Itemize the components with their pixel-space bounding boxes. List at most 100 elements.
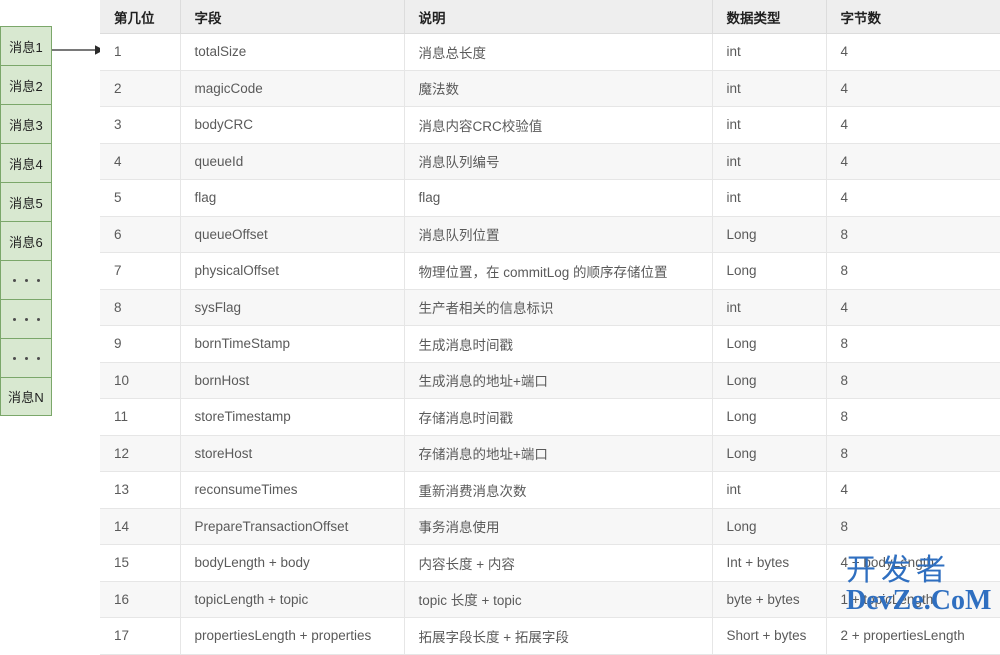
column-header-desc: 说明 bbox=[404, 0, 713, 34]
cell-bytes: 4 bbox=[826, 289, 1000, 326]
column-header-datatype: 数据类型 bbox=[712, 0, 827, 34]
queue-message-label: 消息6 bbox=[9, 234, 43, 250]
cell-bytes: 8 bbox=[826, 325, 1000, 363]
cell-field: storeTimestamp bbox=[180, 398, 405, 436]
queue-message-label: 消息5 bbox=[9, 195, 43, 211]
queue-message-label: 消息1 bbox=[9, 39, 43, 55]
cell-index: 3 bbox=[100, 106, 181, 144]
cell-bytes: 4 bbox=[826, 179, 1000, 217]
table-header: 第几位 字段 说明 数据类型 字节数 bbox=[100, 0, 1000, 34]
cell-field: magicCode bbox=[180, 70, 405, 107]
queue-message-label: 消息3 bbox=[9, 117, 43, 133]
table-row: 14 PrepareTransactionOffset 事务消息使用 Long 8 bbox=[100, 508, 1000, 545]
table-row: 3 bodyCRC 消息内容CRC校验值 int 4 bbox=[100, 106, 1000, 144]
cell-field: physicalOffset bbox=[180, 252, 405, 290]
cell-index: 7 bbox=[100, 252, 181, 290]
cell-bytes: 8 bbox=[826, 252, 1000, 290]
ellipsis-icon bbox=[12, 278, 40, 282]
cell-description: 消息队列位置 bbox=[404, 216, 713, 253]
cell-description: 魔法数 bbox=[404, 70, 713, 107]
cell-datatype: Long bbox=[712, 435, 827, 472]
cell-datatype: Long bbox=[712, 252, 827, 290]
cell-description: topic 长度 + topic bbox=[404, 581, 713, 618]
cell-field: totalSize bbox=[180, 33, 405, 71]
table-row: 1 totalSize 消息总长度 int 4 bbox=[100, 33, 1000, 71]
cell-index: 4 bbox=[100, 143, 181, 180]
table-header-row: 第几位 字段 说明 数据类型 字节数 bbox=[100, 0, 1000, 34]
cell-field: queueOffset bbox=[180, 216, 405, 253]
queue-message-label: 消息4 bbox=[9, 156, 43, 172]
cell-description: 拓展字段长度 + 拓展字段 bbox=[404, 617, 713, 655]
table-row: 12 storeHost 存储消息的地址+端口 Long 8 bbox=[100, 435, 1000, 472]
cell-description: flag bbox=[404, 179, 713, 217]
cell-datatype: int bbox=[712, 179, 827, 217]
cell-bytes: 4 bbox=[826, 70, 1000, 107]
cell-datatype: Long bbox=[712, 398, 827, 436]
cell-description: 消息队列编号 bbox=[404, 143, 713, 180]
cell-datatype: Int + bytes bbox=[712, 544, 827, 582]
cell-field: bodyCRC bbox=[180, 106, 405, 144]
ellipsis-icon bbox=[12, 356, 40, 360]
queue-ellipsis-box bbox=[0, 338, 52, 377]
column-header-bytes: 字节数 bbox=[826, 0, 1000, 34]
cell-field: bornTimeStamp bbox=[180, 325, 405, 363]
table-row: 4 queueId 消息队列编号 int 4 bbox=[100, 143, 1000, 180]
cell-description: 生成消息的地址+端口 bbox=[404, 362, 713, 399]
cell-bytes: 8 bbox=[826, 216, 1000, 253]
cell-datatype: int bbox=[712, 33, 827, 71]
cell-index: 12 bbox=[100, 435, 181, 472]
cell-field: flag bbox=[180, 179, 405, 217]
cell-index: 16 bbox=[100, 581, 181, 618]
cell-bytes: 2 + propertiesLength bbox=[826, 617, 1000, 655]
message-format-table: 第几位 字段 说明 数据类型 字节数 1 totalSize 消息总长度 int 4 2 m… bbox=[100, 0, 1000, 655]
cell-bytes: 8 bbox=[826, 398, 1000, 436]
message-queue-diagram: 消息1 消息2 消息3 消息4 消息5 消息6 消息N bbox=[0, 26, 52, 416]
cell-field: storeHost bbox=[180, 435, 405, 472]
cell-index: 13 bbox=[100, 471, 181, 509]
cell-bytes: 8 bbox=[826, 435, 1000, 472]
cell-bytes: 8 bbox=[826, 508, 1000, 545]
cell-datatype: int bbox=[712, 70, 827, 107]
cell-bytes: 4 bbox=[826, 106, 1000, 144]
cell-field: sysFlag bbox=[180, 289, 405, 326]
cell-description: 存储消息时间戳 bbox=[404, 398, 713, 436]
ellipsis-icon bbox=[12, 317, 40, 321]
cell-description: 重新消费消息次数 bbox=[404, 471, 713, 509]
column-header-index: 第几位 bbox=[100, 0, 181, 34]
table-row: 16 topicLength + topic topic 长度 + topic byt… bbox=[100, 581, 1000, 618]
cell-datatype: Long bbox=[712, 325, 827, 363]
cell-field: queueId bbox=[180, 143, 405, 180]
cell-datatype: int bbox=[712, 289, 827, 326]
cell-description: 生成消息时间戳 bbox=[404, 325, 713, 363]
cell-bytes: 4 bbox=[826, 471, 1000, 509]
cell-index: 1 bbox=[100, 33, 181, 71]
cell-datatype: Long bbox=[712, 508, 827, 545]
queue-message-box: 消息N bbox=[0, 377, 52, 416]
queue-message-box: 消息2 bbox=[0, 65, 52, 104]
cell-bytes: 4 bbox=[826, 143, 1000, 180]
queue-message-label: 消息2 bbox=[9, 78, 43, 94]
cell-index: 8 bbox=[100, 289, 181, 326]
cell-field: PrepareTransactionOffset bbox=[180, 508, 405, 545]
cell-field: reconsumeTimes bbox=[180, 471, 405, 509]
cell-datatype: Long bbox=[712, 216, 827, 253]
cell-index: 10 bbox=[100, 362, 181, 399]
cell-index: 2 bbox=[100, 70, 181, 107]
table-row: 17 propertiesLength + properties 拓展字段长度 + … bbox=[100, 617, 1000, 655]
cell-bytes: 4 bbox=[826, 33, 1000, 71]
queue-message-box: 消息6 bbox=[0, 221, 52, 260]
cell-index: 5 bbox=[100, 179, 181, 217]
column-header-field: 字段 bbox=[180, 0, 405, 34]
table-row: 15 bodyLength + body 内容长度 + 内容 Int + bytes 4… bbox=[100, 544, 1000, 582]
cell-datatype: Long bbox=[712, 362, 827, 399]
cell-index: 11 bbox=[100, 398, 181, 436]
cell-field: bornHost bbox=[180, 362, 405, 399]
cell-datatype: byte + bytes bbox=[712, 581, 827, 618]
cell-description: 物理位置，在 commitLog 的顺序存储位置 bbox=[404, 252, 713, 290]
table-row: 13 reconsumeTimes 重新消费消息次数 int 4 bbox=[100, 471, 1000, 509]
cell-index: 15 bbox=[100, 544, 181, 582]
queue-ellipsis-box bbox=[0, 299, 52, 338]
cell-index: 17 bbox=[100, 617, 181, 655]
diagram-canvas: 消息1 消息2 消息3 消息4 消息5 消息6 消息N 第几位 字段 说明 数据类型 字节数… bbox=[0, 0, 1000, 655]
table-row: 9 bornTimeStamp 生成消息时间戳 Long 8 bbox=[100, 325, 1000, 363]
